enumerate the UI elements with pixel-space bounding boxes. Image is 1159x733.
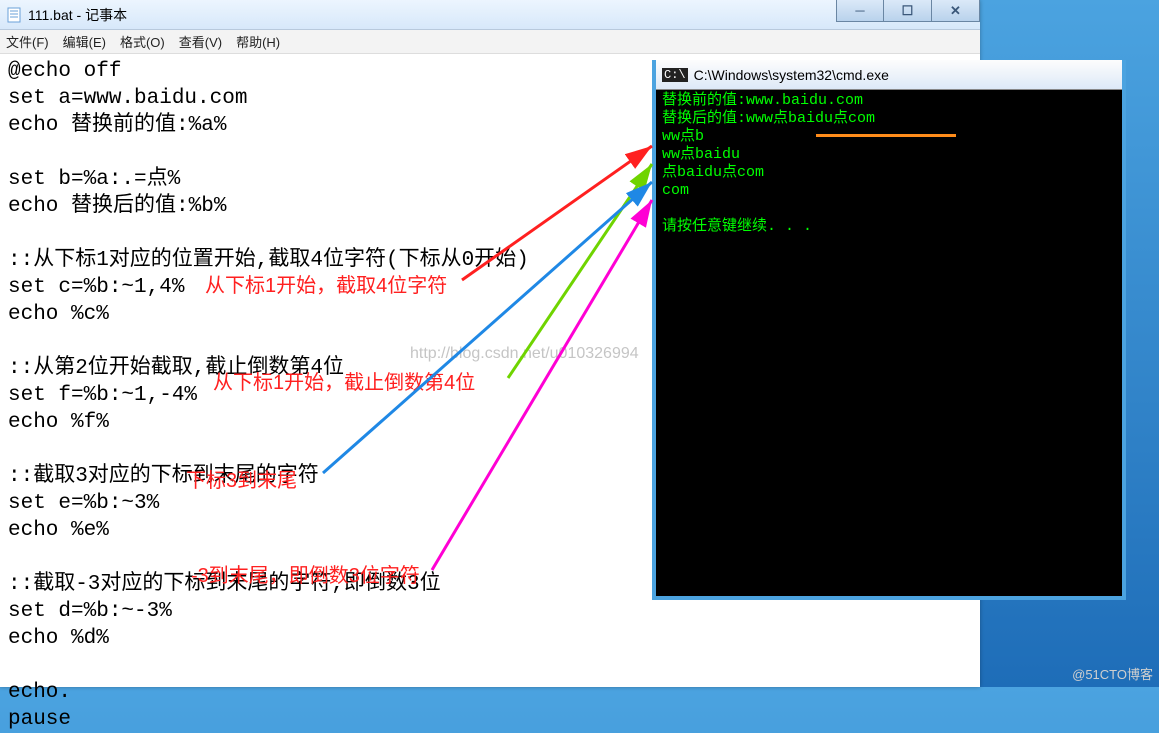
menu-help[interactable]: 帮助(H) (236, 32, 280, 51)
annotation-1: 从下标1开始，截取4位字符 (205, 269, 447, 298)
maximize-button[interactable]: ☐ (884, 0, 932, 22)
menu-edit[interactable]: 编辑(E) (63, 32, 106, 51)
annotation-4: -3到末尾，即倒数3位字符 (191, 559, 420, 588)
notepad-titlebar[interactable]: 111.bat - 记事本 ─ ☐ ✕ (0, 0, 980, 30)
notepad-title: 111.bat - 记事本 (28, 5, 127, 25)
menu-format[interactable]: 格式(O) (120, 32, 165, 51)
cmd-window: C:\ C:\Windows\system32\cmd.exe 替换前的值:ww… (652, 60, 1126, 600)
menu-view[interactable]: 查看(V) (179, 32, 222, 51)
watermark-bottom-right: @51CTO博客 (1072, 664, 1153, 683)
minimize-button[interactable]: ─ (836, 0, 884, 22)
underline-highlight (816, 134, 956, 137)
window-controls: ─ ☐ ✕ (836, 0, 980, 22)
cmd-title: C:\Windows\system32\cmd.exe (694, 67, 889, 83)
notepad-menubar: 文件(F) 编辑(E) 格式(O) 查看(V) 帮助(H) (0, 30, 980, 54)
annotation-2: 从下标1开始，截止倒数第4位 (213, 366, 475, 395)
annotation-3: 下标3到末尾 (186, 464, 297, 493)
cmd-icon: C:\ (662, 68, 688, 82)
cmd-output: 替换前的值:www.baidu.com 替换后的值:www点baidu点com … (656, 90, 1122, 238)
watermark-center: http://blog.csdn.net/u010326994 (410, 345, 639, 363)
cmd-titlebar[interactable]: C:\ C:\Windows\system32\cmd.exe (656, 60, 1122, 90)
close-button[interactable]: ✕ (932, 0, 980, 22)
menu-file[interactable]: 文件(F) (6, 32, 49, 51)
notepad-icon (6, 7, 22, 23)
